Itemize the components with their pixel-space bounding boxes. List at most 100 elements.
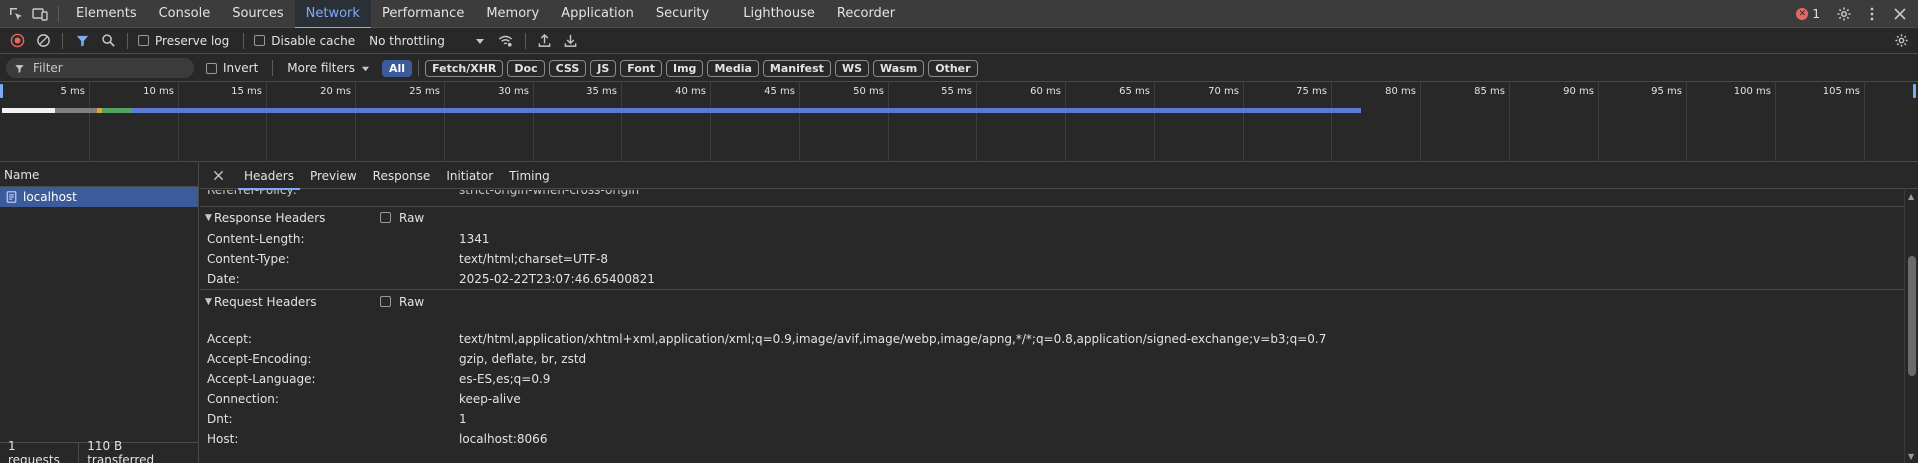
close-details-button[interactable] [200,163,236,189]
raw-label: Raw [399,294,425,309]
type-filter-media[interactable]: Media [707,59,759,77]
timeline-gridline [1509,82,1510,162]
tab-elements[interactable]: Elements [65,0,148,28]
type-filter-img[interactable]: Img [666,59,704,77]
header-row: Accept-Language: es-ES,es;q=0.9 [207,369,1904,389]
request-row[interactable]: localhost [0,187,198,207]
preserve-log-checkbox[interactable]: Preserve log [138,34,229,48]
type-filter-all[interactable]: All [382,59,413,77]
filter-placeholder: Filter [33,61,63,75]
type-filter-fetch-xhr[interactable]: Fetch/XHR [425,59,504,77]
tab-headers[interactable]: Headers [236,163,302,190]
error-icon: ✕ [1796,8,1809,20]
header-key: Accept-Language: [207,372,316,386]
tab-response[interactable]: Response [365,163,439,189]
filter-bar: Filter Invert More filters All Fetch/XHR… [0,55,1918,82]
raw-toggle-checkbox[interactable]: Raw [380,211,424,225]
divider [524,32,526,49]
tab-recorder[interactable]: Recorder [826,0,906,28]
filter-toggle-button[interactable] [69,29,95,53]
settings-gear-icon[interactable] [1832,0,1856,28]
overview-bar-connect [102,108,132,113]
type-filter-doc[interactable]: Doc [507,59,545,77]
type-filter-css[interactable]: CSS [548,59,587,77]
network-overview-timeline[interactable]: 5 ms 10 ms 15 ms 20 ms 25 ms 30 ms 35 ms 40 ms 4… [0,82,1918,162]
timeline-gridline [1154,82,1155,162]
timeline-gridline [178,82,179,162]
timeline-gridline [1686,82,1687,162]
checkbox-box[interactable] [138,35,149,46]
timeline-gridline [888,82,889,162]
tab-sources[interactable]: Sources [221,0,294,28]
filter-input[interactable]: Filter [6,58,194,78]
throttling-select[interactable]: No throttling [369,34,485,48]
name-column-header[interactable]: Name [0,163,198,187]
scroll-up-arrow-icon[interactable]: ▲ [1908,192,1914,201]
tab-security[interactable]: Security [645,0,720,28]
tab-preview[interactable]: Preview [302,163,365,189]
header-key: Content-Type: [207,252,290,266]
timeline-tick-label: 85 ms [1474,86,1505,97]
type-filter-other[interactable]: Other [928,59,978,77]
timeline-tick-label: 105 ms [1822,86,1860,97]
timeline-tick-label: 55 ms [941,86,972,97]
checkbox-box[interactable] [206,62,217,74]
inspect-element-icon[interactable] [4,0,28,28]
scroll-down-arrow-icon[interactable]: ▼ [1908,452,1914,461]
disable-cache-checkbox[interactable]: Disable cache [254,34,355,48]
disable-cache-label: Disable cache [271,33,356,48]
tab-console[interactable]: Console [148,0,222,28]
dropdown-arrow-icon [361,66,370,71]
tab-lighthouse[interactable]: Lighthouse [732,0,826,28]
type-filter-manifest[interactable]: Manifest [762,59,831,77]
timeline-tick-label: 45 ms [764,86,795,97]
timeline-tick-label: 15 ms [231,86,262,97]
network-conditions-button[interactable] [493,29,519,53]
type-filter-font[interactable]: Font [620,59,662,77]
tab-application[interactable]: Application [550,0,645,28]
more-filters-dropdown[interactable]: More filters [287,61,370,75]
stop-recording-button[interactable] [4,29,30,53]
type-filter-wasm[interactable]: Wasm [873,59,925,77]
header-key: Host: [207,432,239,446]
header-row: Host: localhost:8066 [207,429,1904,449]
type-filter-ws[interactable]: WS [834,59,870,77]
more-options-icon[interactable] [1860,0,1884,28]
import-har-button[interactable] [532,29,558,53]
type-filter-js[interactable]: JS [590,59,617,77]
clear-button[interactable] [30,29,56,53]
network-settings-button[interactable] [1888,29,1914,53]
overview-bar-waiting [132,108,1361,113]
devtools-tab-bar: Elements Console Sources Network Perform… [0,0,1918,29]
tab-initiator[interactable]: Initiator [438,163,501,189]
invert-checkbox[interactable]: Invert [206,61,258,75]
timeline-gridline [621,82,622,162]
close-icon [213,170,223,181]
checkbox-box[interactable] [380,296,391,307]
header-row: Date: 2025-02-22T23:07:46.65400821 [207,269,1904,289]
error-count-badge[interactable]: ✕ 1 [1796,7,1820,21]
invert-label: Invert [223,61,259,75]
checkbox-box[interactable] [380,212,391,223]
checkbox-box[interactable] [254,35,266,46]
tab-performance[interactable]: Performance [371,0,475,28]
export-har-button[interactable] [558,29,584,53]
details-scrollbar[interactable]: ▲ ▼ [1904,190,1918,463]
tab-memory[interactable]: Memory [475,0,550,28]
timeline-tick-label: 95 ms [1651,86,1682,97]
more-filters-label: More filters [287,61,356,75]
timeline-tick-label: 25 ms [409,86,440,97]
raw-toggle-checkbox[interactable]: Raw [380,295,424,309]
timeline-gridline [1864,82,1865,162]
overview-right-handle[interactable] [1913,84,1916,98]
tab-timing[interactable]: Timing [501,163,558,189]
request-headers-section-header[interactable]: ▼ Request Headers Raw [200,289,1904,313]
overview-bar-stalled [55,108,97,113]
overview-left-handle[interactable] [0,84,3,98]
scrollbar-thumb[interactable] [1908,256,1916,376]
close-devtools-icon[interactable] [1888,0,1912,28]
device-toolbar-icon[interactable] [28,0,52,28]
search-button[interactable] [95,29,121,53]
tab-network[interactable]: Network [294,0,372,29]
response-headers-section-header[interactable]: ▼ Response Headers Raw [200,206,1904,228]
